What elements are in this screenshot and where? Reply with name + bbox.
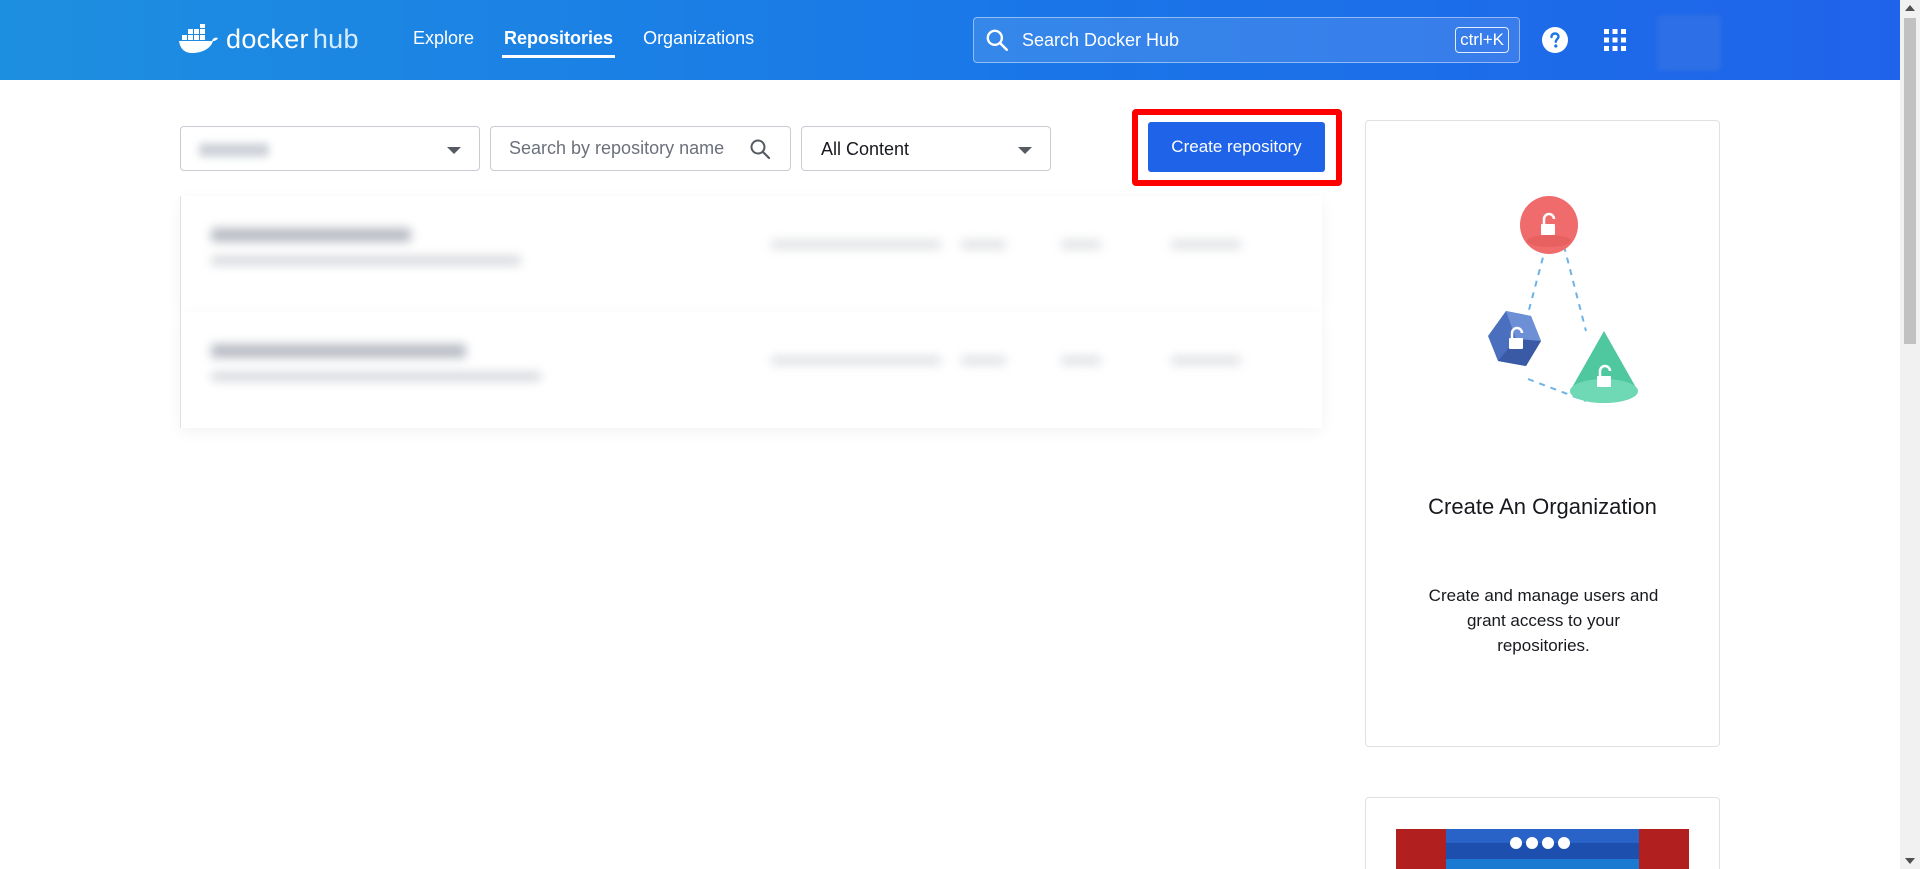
list-item[interactable] xyxy=(180,312,1322,428)
repository-list xyxy=(180,196,1322,428)
content-filter-value: All Content xyxy=(821,139,910,159)
scroll-up-arrow-icon[interactable] xyxy=(1905,5,1915,11)
search-shortcut-badge: ctrl+K xyxy=(1455,27,1509,53)
docker-hub-logo[interactable]: docker hub xyxy=(178,19,359,59)
org-card-description: Create and manage users and grant access… xyxy=(1428,586,1659,655)
repo-visibility-redacted xyxy=(1171,356,1241,365)
repo-updated-redacted xyxy=(771,240,941,249)
repo-stat-redacted xyxy=(961,240,1006,249)
list-item[interactable] xyxy=(180,196,1322,312)
nav-explore[interactable]: Explore xyxy=(413,0,474,80)
logo-wordmark: docker hub xyxy=(226,23,359,54)
search-icon xyxy=(986,29,1009,52)
help-circle-icon[interactable] xyxy=(1541,26,1569,54)
content-filter-select[interactable]: All Content xyxy=(801,126,1051,171)
namespace-name-redacted xyxy=(199,143,269,157)
create-repository-button[interactable]: Create repository xyxy=(1148,122,1325,172)
org-card-title: Create An Organization xyxy=(1428,494,1657,519)
scroll-down-arrow-icon[interactable] xyxy=(1905,858,1915,864)
docker-whale-icon xyxy=(179,24,218,53)
repo-stat-redacted xyxy=(1061,240,1101,249)
top-navigation-bar: docker hub Explore Repositories Organizat… xyxy=(0,0,1900,80)
nav-organizations[interactable]: Organizations xyxy=(643,0,754,80)
promo-banner-image xyxy=(1396,829,1689,869)
repo-visibility-redacted xyxy=(1171,240,1241,249)
main-nav: Explore Repositories Organizations xyxy=(413,0,784,80)
repository-search-input[interactable] xyxy=(509,138,729,159)
search-icon[interactable] xyxy=(748,137,772,161)
apps-grid-icon[interactable] xyxy=(1603,28,1627,52)
nav-repositories[interactable]: Repositories xyxy=(502,0,616,80)
organization-illustration xyxy=(1488,196,1638,403)
page-scrollbar[interactable] xyxy=(1900,0,1920,869)
chevron-down-icon xyxy=(1018,147,1032,154)
promo-card[interactable] xyxy=(1365,797,1720,869)
repo-stat-redacted xyxy=(961,356,1006,365)
repo-name-redacted xyxy=(211,228,411,242)
global-search[interactable]: ctrl+K xyxy=(973,17,1520,63)
chevron-down-icon xyxy=(447,147,461,154)
scrollbar-thumb[interactable] xyxy=(1904,18,1916,344)
repo-meta-redacted xyxy=(211,256,521,265)
repository-search[interactable] xyxy=(490,126,791,171)
repo-updated-redacted xyxy=(771,356,941,365)
repo-stat-redacted xyxy=(1061,356,1101,365)
repo-name-redacted xyxy=(211,344,466,358)
repo-meta-redacted xyxy=(211,372,541,381)
global-search-input[interactable] xyxy=(1022,29,1456,51)
namespace-select[interactable] xyxy=(180,126,480,171)
avatar[interactable] xyxy=(1657,15,1721,71)
create-organization-card: Create An Organization Create and manage… xyxy=(1365,120,1720,747)
